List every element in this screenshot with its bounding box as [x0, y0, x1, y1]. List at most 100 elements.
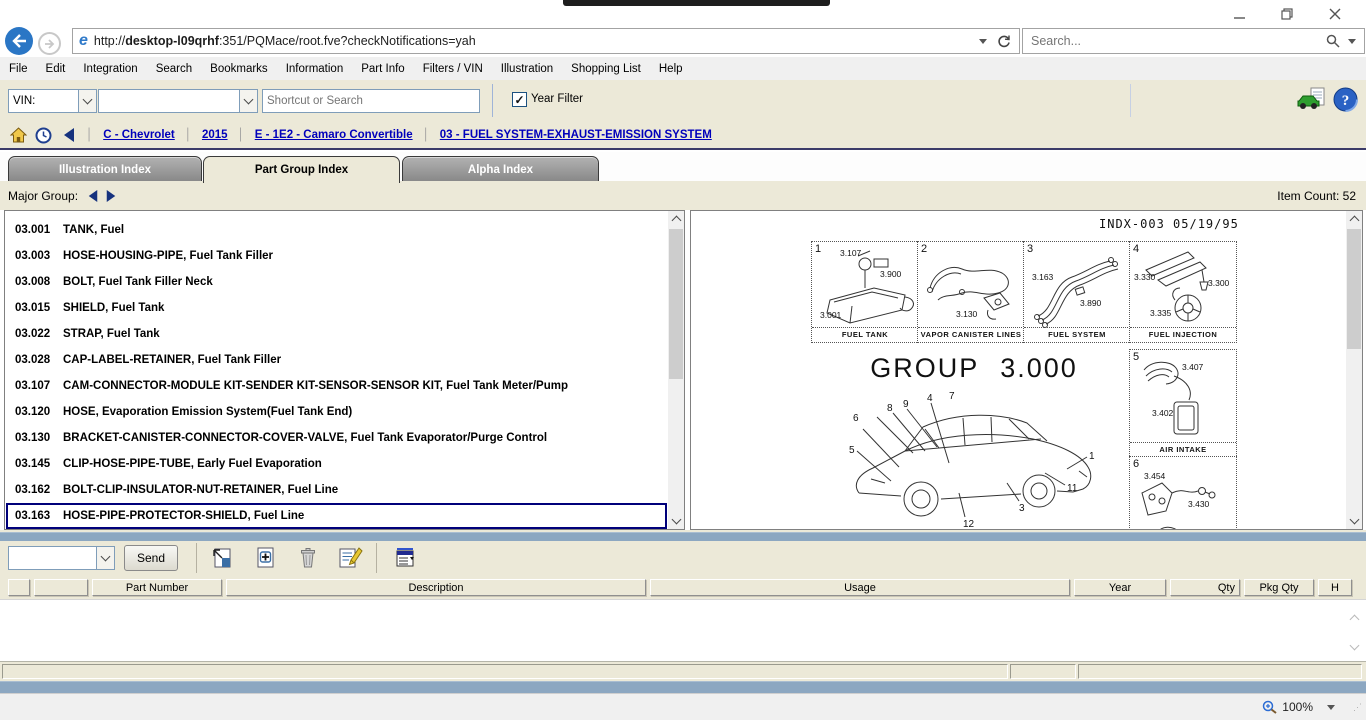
header-h[interactable]: H	[1318, 579, 1352, 596]
illustration-cell-air-intake[interactable]: 5 3.407 3.402 AIR INTAKE	[1129, 349, 1237, 458]
header-pkg-qty[interactable]: Pkg Qty	[1244, 579, 1314, 596]
action-select-arrow-icon[interactable]	[96, 547, 114, 569]
vin-select-value: VIN:	[9, 95, 78, 107]
breadcrumb-group[interactable]: 03 - FUEL SYSTEM-EXHAUST-EMISSION SYSTEM	[440, 129, 712, 141]
action-select[interactable]	[8, 546, 115, 570]
year-filter-checkbox[interactable]: ✓	[512, 92, 527, 107]
search-box[interactable]	[1022, 28, 1365, 54]
illustration-cell-6[interactable]: 6 3.454 3.430 3.469	[1129, 456, 1237, 530]
column-options-icon[interactable]	[392, 544, 420, 572]
tab-alpha-index[interactable]: Alpha Index	[402, 156, 599, 182]
header-description[interactable]: Description	[226, 579, 646, 596]
refresh-icon[interactable]	[997, 34, 1011, 48]
illustration-cell-fuel-injection[interactable]: 4 3.330 3.300 3.335 FUEL INJECTION	[1129, 241, 1237, 343]
breadcrumb-make[interactable]: C - Chevrolet	[103, 129, 175, 141]
part-group-row[interactable]: 03.015SHIELD, Fuel Tank	[5, 295, 684, 321]
results-grid-body[interactable]	[0, 599, 1366, 662]
part-group-row[interactable]: 03.107CAM-CONNECTOR-MODULE KIT-SENDER KI…	[5, 373, 684, 399]
shortcut-search-input[interactable]	[262, 89, 480, 113]
header-qty[interactable]: Qty	[1170, 579, 1240, 596]
zoom-control[interactable]: 100%	[1262, 700, 1335, 715]
header-year[interactable]: Year	[1074, 579, 1166, 596]
search-icon[interactable]	[1326, 34, 1340, 48]
part-list-scrollbar[interactable]	[668, 211, 684, 529]
vehicle-report-icon[interactable]	[1297, 87, 1327, 113]
home-icon[interactable]	[10, 127, 27, 143]
part-group-row[interactable]: 03.008BOLT, Fuel Tank Filler Neck	[5, 269, 684, 295]
zoom-dropdown-icon[interactable]	[1327, 705, 1335, 710]
part-group-row[interactable]: 03.130BRACKET-CANISTER-CONNECTOR-COVER-V…	[5, 425, 684, 451]
menu-help[interactable]: Help	[650, 59, 692, 79]
zoom-level: 100%	[1282, 700, 1313, 714]
menu-file[interactable]: File	[0, 59, 37, 79]
illustration-cell-fuel-tank[interactable]: 1 3.107 3.900 3.001 FUEL TANK	[811, 241, 919, 343]
breadcrumb-year[interactable]: 2015	[202, 129, 228, 141]
major-group-prev-icon[interactable]	[89, 190, 98, 202]
minimize-button[interactable]	[1222, 4, 1256, 24]
cell-caption: FUEL INJECTION	[1130, 327, 1236, 342]
vehicle-select-arrow-icon[interactable]	[239, 90, 257, 112]
breadcrumb-model[interactable]: E - 1E2 - Camaro Convertible	[255, 129, 413, 141]
major-group-next-icon[interactable]	[107, 190, 116, 202]
address-dropdown-icon[interactable]	[979, 39, 987, 44]
app-status-bar	[0, 661, 1366, 682]
menu-shopping-list[interactable]: Shopping List	[562, 59, 650, 79]
part-group-row-selected[interactable]: 03.163HOSE-PIPE-PROTECTOR-SHIELD, Fuel L…	[6, 503, 667, 529]
forward-button[interactable]	[38, 32, 61, 55]
restore-button[interactable]	[1270, 4, 1304, 24]
scroll-up-icon[interactable]	[668, 211, 684, 227]
part-group-row[interactable]: 03.145CLIP-HOSE-PIPE-TUBE, Early Fuel Ev…	[5, 451, 684, 477]
search-dropdown-icon[interactable]	[1348, 39, 1356, 44]
header-blank[interactable]	[34, 579, 88, 596]
car-callout: 8	[887, 403, 893, 414]
part-group-row[interactable]: 03.022STRAP, Fuel Tank	[5, 321, 684, 347]
add-item-icon[interactable]	[252, 544, 280, 572]
illustration-scrollbar[interactable]	[1346, 211, 1362, 529]
breadcrumb-back-icon[interactable]	[64, 128, 74, 142]
resize-grip[interactable]: ⋰	[1353, 702, 1362, 713]
header-select[interactable]	[8, 579, 30, 596]
menu-filters-vin[interactable]: Filters / VIN	[414, 59, 492, 79]
part-group-row[interactable]: 03.162BOLT-CLIP-INSULATOR-NUT-RETAINER, …	[5, 477, 684, 503]
send-button[interactable]: Send	[124, 545, 178, 571]
grid-scroll-up-icon[interactable]	[1351, 610, 1358, 628]
menu-part-info[interactable]: Part Info	[352, 59, 413, 79]
part-ref-label: 3.900	[880, 269, 901, 279]
delete-icon[interactable]	[294, 544, 322, 572]
address-bar[interactable]: e http://desktop-l09qrhf:351/PQMace/root…	[72, 28, 1020, 54]
help-icon[interactable]: ?	[1333, 87, 1358, 112]
menu-edit[interactable]: Edit	[37, 59, 75, 79]
part-group-row[interactable]: 03.120HOSE, Evaporation Emission System(…	[5, 399, 684, 425]
menu-information[interactable]: Information	[277, 59, 353, 79]
illustration-cell-fuel-system[interactable]: 3 3.163 3.890 FUEL SYSTEM	[1023, 241, 1131, 343]
scroll-down-icon[interactable]	[1346, 513, 1362, 529]
separator-strip	[0, 530, 1366, 541]
menu-bookmarks[interactable]: Bookmarks	[201, 59, 277, 79]
part-group-row[interactable]: 03.001TANK, Fuel	[5, 217, 684, 243]
back-button[interactable]	[5, 27, 33, 55]
close-button[interactable]	[1318, 4, 1352, 24]
menu-search[interactable]: Search	[147, 59, 201, 79]
search-input[interactable]	[1023, 33, 1326, 49]
open-illustration-icon[interactable]	[208, 544, 236, 572]
part-group-row[interactable]: 03.028CAP-LABEL-RETAINER, Fuel Tank Fill…	[5, 347, 684, 373]
vehicle-select[interactable]	[98, 89, 258, 113]
edit-notes-icon[interactable]	[336, 544, 364, 572]
part-group-row[interactable]: 03.003HOSE-HOUSING-PIPE, Fuel Tank Fille…	[5, 243, 684, 269]
tab-part-group-index[interactable]: Part Group Index	[203, 156, 400, 183]
scroll-up-icon[interactable]	[1346, 211, 1362, 227]
header-part-number[interactable]: Part Number	[92, 579, 222, 596]
scroll-down-icon[interactable]	[668, 513, 684, 529]
vin-select[interactable]: VIN:	[8, 89, 97, 113]
cell-caption: VAPOR CANISTER LINES	[918, 327, 1024, 342]
results-grid-header: Part Number Description Usage Year Qty P…	[0, 577, 1366, 599]
menu-illustration[interactable]: Illustration	[492, 59, 562, 79]
filter-bar-divider	[492, 84, 493, 117]
illustration-cell-vapor-canister[interactable]: 2 3.130 VAPOR CANISTER LINES	[917, 241, 1025, 343]
history-clock-icon[interactable]	[35, 127, 52, 144]
menu-integration[interactable]: Integration	[74, 59, 146, 79]
header-usage[interactable]: Usage	[650, 579, 1070, 596]
tab-illustration-index[interactable]: Illustration Index	[8, 156, 202, 182]
vin-select-arrow-icon[interactable]	[78, 90, 96, 112]
grid-scroll-down-icon[interactable]	[1351, 636, 1358, 654]
